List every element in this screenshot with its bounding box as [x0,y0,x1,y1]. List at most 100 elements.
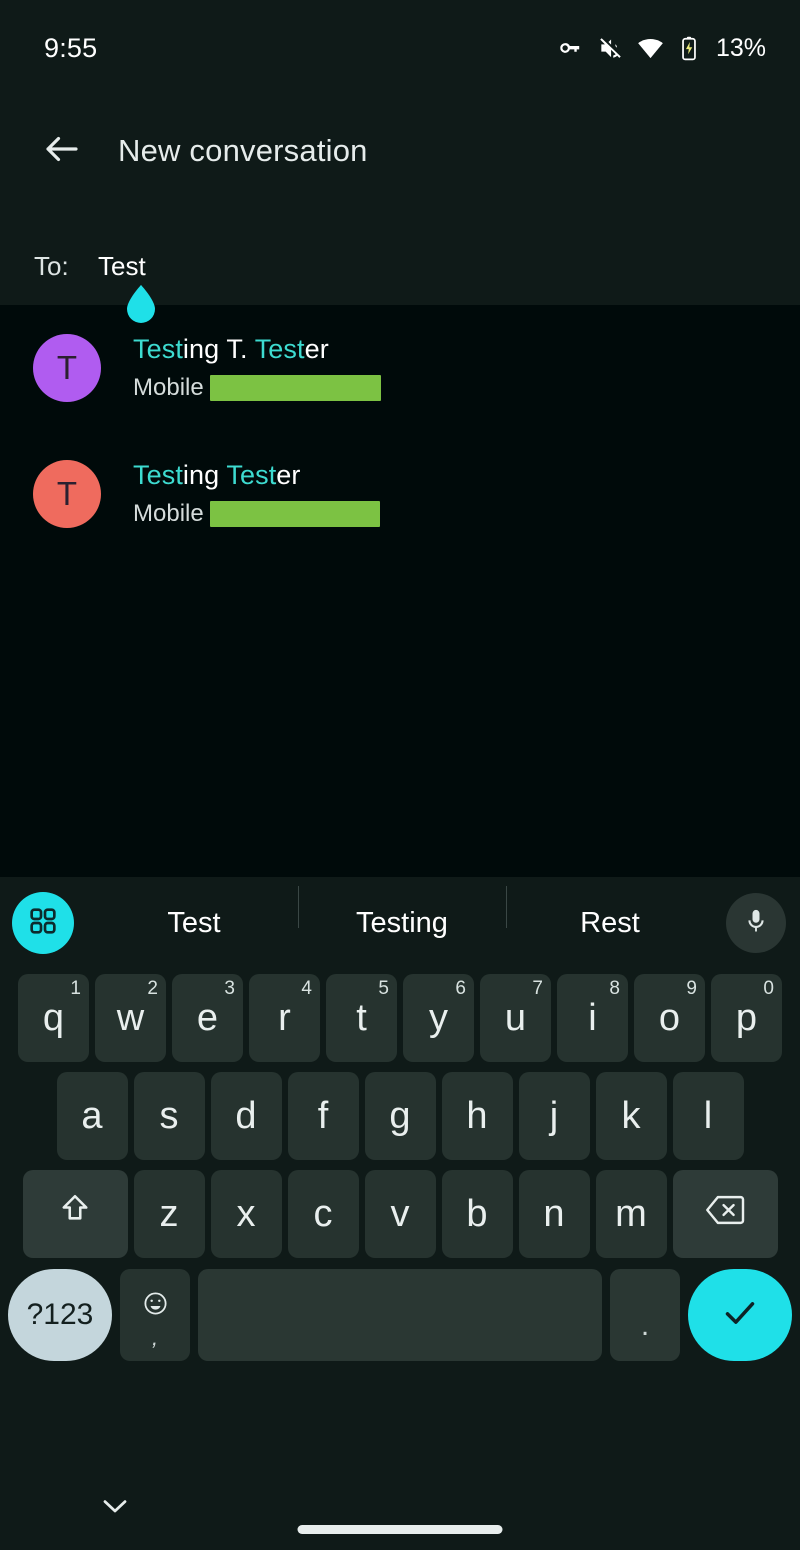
contact-details: Testing Tester Mobile [133,460,380,528]
key-l[interactable]: l [672,1072,744,1160]
contact-name-rest-2: er [304,334,329,364]
back-arrow-icon [41,128,83,175]
key-d[interactable]: d [210,1072,282,1160]
key-g[interactable]: g [364,1072,436,1160]
key-u[interactable]: 7u [480,974,551,1062]
wifi-icon [637,35,664,62]
status-clock: 9:55 [44,32,98,63]
key-b[interactable]: b [441,1170,513,1258]
chevron-down-icon [100,1500,130,1521]
key-q-number: 1 [70,978,81,999]
contact-details: Testing T. Tester Mobile [133,334,381,402]
voice-input-button[interactable] [726,893,786,953]
keyboard-row-1: 1q 2w 3e 4r 5t 6y 7u 8i 9o 0p [0,969,800,1067]
app-grid-button[interactable] [12,892,74,954]
key-a[interactable]: a [56,1072,128,1160]
contact-name: Testing T. Tester [133,334,381,365]
backspace-delete-icon [705,1193,745,1236]
phone-number-redaction [209,375,381,401]
text-cursor-handle[interactable] [124,285,158,325]
contact-name-rest: ing [182,460,227,490]
key-i-label: i [588,996,597,1039]
suggestion-chip-3[interactable]: Rest [506,885,714,940]
key-f[interactable]: f [287,1072,359,1160]
shift-up-arrow-icon [57,1191,93,1237]
phone-number-redaction [209,501,380,527]
contact-list-item[interactable]: T Testing T. Tester Mobile [0,305,800,431]
recipient-field-area[interactable]: To: Test [0,206,800,305]
key-o[interactable]: 9o [634,974,705,1062]
phone-screen: 9:55 13% New conversation To: Test T Tes… [0,0,800,1550]
keyboard-row-4: ?123 , . [0,1263,800,1367]
keyboard-row-2: a s d f g h j k l [0,1067,800,1165]
battery-percent-label: 13% [715,33,766,62]
key-u-number: 7 [532,978,543,999]
status-bar: 9:55 13% [0,0,800,96]
key-t-number: 5 [378,978,389,999]
space-key[interactable] [198,1269,602,1361]
microphone-icon [742,907,770,940]
key-t[interactable]: 5t [326,974,397,1062]
key-q[interactable]: 1q [18,974,89,1062]
suggestion-items: Test Testing Rest [90,877,714,969]
backspace-key[interactable] [672,1170,778,1258]
key-x[interactable]: x [210,1170,282,1258]
key-r-number: 4 [301,978,312,999]
contact-name-rest-2: er [276,460,301,490]
emoji-key-alt-label: , [151,1325,159,1350]
back-button[interactable] [14,103,110,199]
contact-name: Testing Tester [133,460,380,491]
key-r-label: r [278,996,291,1039]
avatar: T [33,460,101,528]
contact-name-match: Test [133,460,183,490]
key-w[interactable]: 2w [95,974,166,1062]
contact-results-list: T Testing T. Tester Mobile T Testing Tes… [0,305,800,877]
contact-name-rest: ing T. [182,334,255,364]
key-o-number: 9 [686,978,697,999]
key-y[interactable]: 6y [403,974,474,1062]
key-w-number: 2 [147,978,158,999]
key-o-label: o [658,996,681,1039]
shift-key[interactable] [22,1170,128,1258]
key-p[interactable]: 0p [711,974,782,1062]
home-gesture-pill[interactable] [297,1525,503,1534]
contact-name-match-2: Test [254,334,305,364]
suggestion-chip-2[interactable]: Testing [298,885,506,940]
key-m[interactable]: m [595,1170,667,1258]
contact-list-item[interactable]: T Testing Tester Mobile [0,431,800,557]
key-i[interactable]: 8i [557,974,628,1062]
suggestion-chip-1[interactable]: Test [90,907,298,940]
contact-phone-row: Mobile [133,374,381,402]
app-bar: New conversation [0,96,800,206]
hide-keyboard-button[interactable] [100,1495,130,1522]
key-z[interactable]: z [133,1170,205,1258]
key-s[interactable]: s [133,1072,205,1160]
key-c[interactable]: c [287,1170,359,1258]
key-v[interactable]: v [364,1170,436,1258]
key-u-label: u [504,996,527,1039]
symbols-key[interactable]: ?123 [8,1269,112,1361]
period-key[interactable]: . [610,1269,680,1361]
key-e-label: e [196,996,219,1039]
key-k[interactable]: k [595,1072,667,1160]
battery-charging-icon [678,35,700,61]
key-h[interactable]: h [441,1072,513,1160]
system-navigation-bar [0,1469,800,1550]
key-y-number: 6 [455,978,466,999]
enter-done-key[interactable] [688,1269,792,1361]
recipient-input[interactable]: Test [98,251,146,282]
key-j[interactable]: j [518,1072,590,1160]
emoji-key[interactable]: , [120,1269,190,1361]
key-e[interactable]: 3e [172,974,243,1062]
key-n[interactable]: n [518,1170,590,1258]
key-w-label: w [116,996,145,1039]
app-grid-icon [27,905,59,942]
emoji-smiley-icon [142,1290,169,1322]
key-p-number: 0 [763,978,774,999]
to-label: To: [34,251,69,281]
key-r[interactable]: 4r [249,974,320,1062]
volume-muted-icon [597,35,623,61]
suggestion-strip: Test Testing Rest [0,877,800,969]
contact-name-match-2: Test [226,460,277,490]
key-p-label: p [735,996,758,1039]
